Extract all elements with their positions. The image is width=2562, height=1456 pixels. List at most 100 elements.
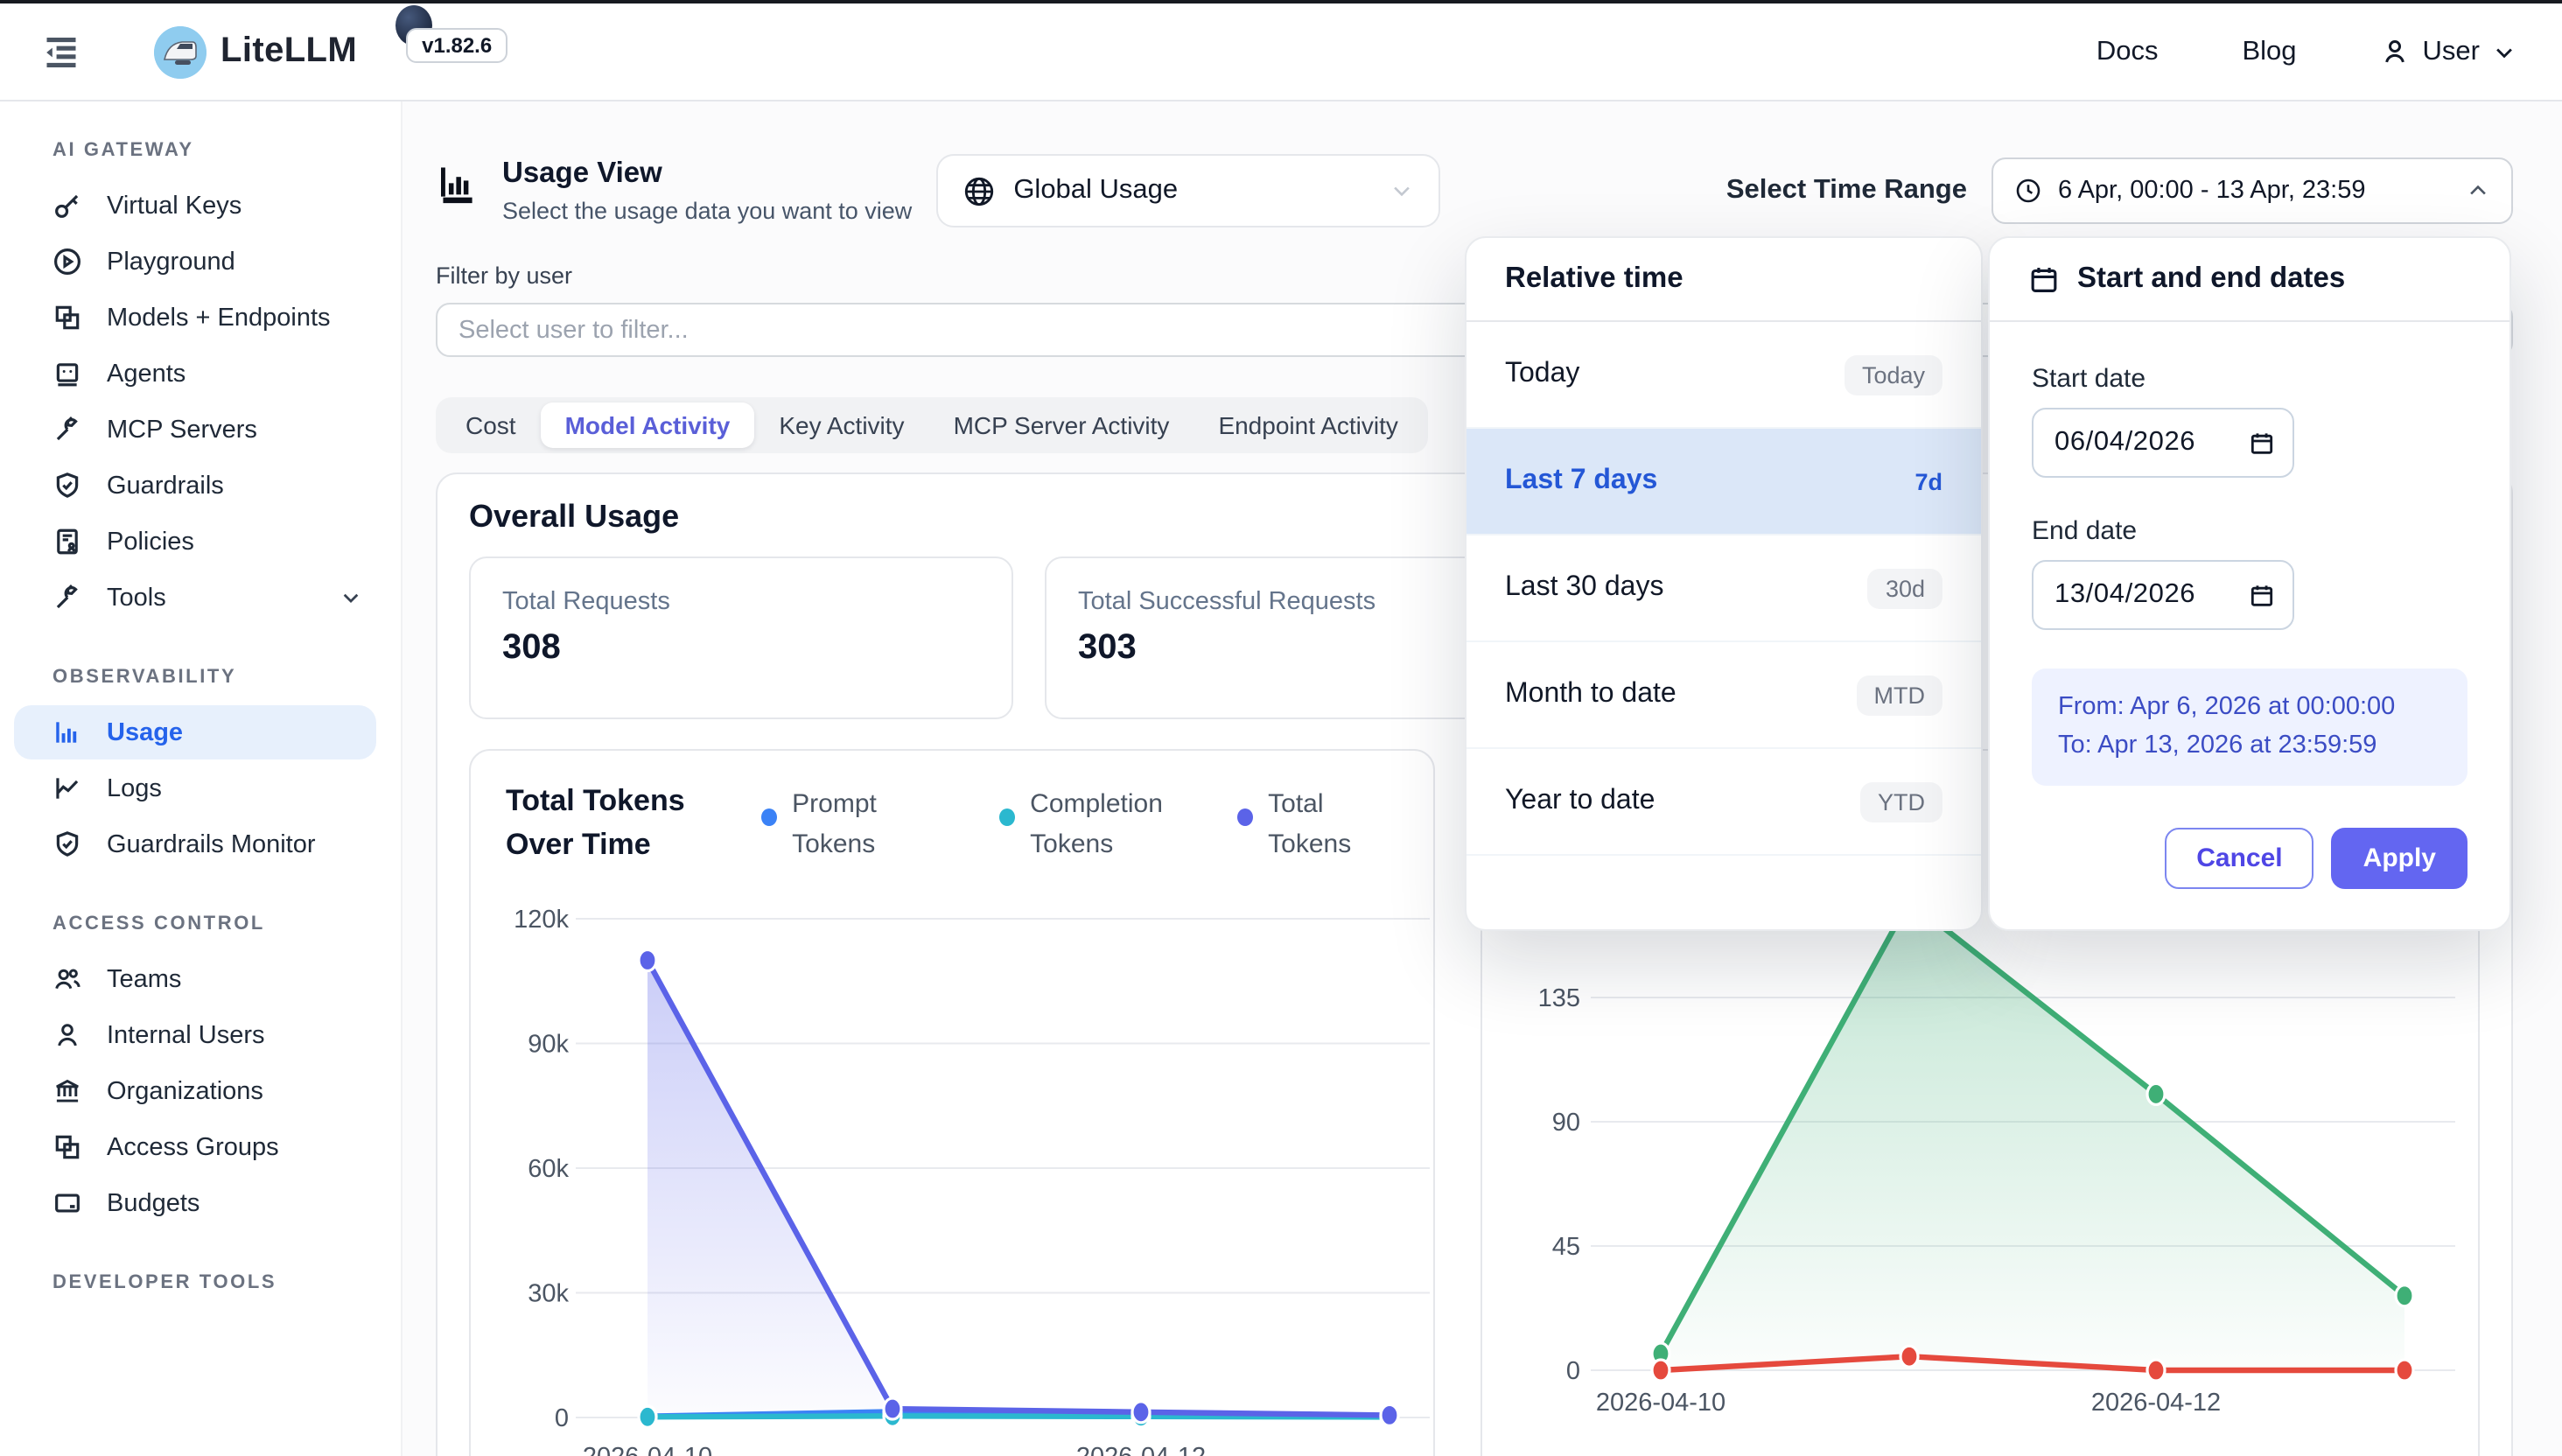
svg-text:2026-04-10: 2026-04-10	[1595, 1389, 1725, 1417]
page-subtitle: Select the usage data you want to view	[502, 198, 912, 224]
sidebar-item-virtual-keys[interactable]: Virtual Keys	[14, 178, 376, 233]
sidebar-section-ai-gateway: AI GATEWAY	[52, 140, 401, 161]
sidebar-item-tools[interactable]: Tools	[14, 570, 376, 625]
tab-cost[interactable]: Cost	[441, 402, 541, 448]
stat-value: 308	[502, 628, 980, 668]
start-date-label: Start date	[2032, 364, 2468, 394]
relative-time-title: Relative time	[1505, 262, 1684, 296]
sidebar-item-models-endpoints[interactable]: Models + Endpoints	[14, 290, 376, 345]
svg-text:2026-04-12: 2026-04-12	[2090, 1389, 2220, 1417]
policy-document-icon	[52, 527, 82, 556]
sidebar-item-label: Usage	[107, 718, 183, 746]
robot-icon	[52, 359, 82, 388]
relative-option-last-30-days[interactable]: Last 30 days 30d	[1466, 536, 1981, 642]
time-range-label: Select Time Range	[1726, 175, 1967, 206]
tokens-chart-header: Total Tokens Over Time Prompt TokensComp…	[471, 751, 1432, 905]
relative-option-year-to-date[interactable]: Year to date YTD	[1466, 749, 1981, 856]
tab-model-activity[interactable]: Model Activity	[541, 402, 755, 448]
litellm-logo-icon	[154, 25, 206, 78]
sidebar-item-teams[interactable]: Teams	[14, 952, 376, 1006]
bank-icon	[52, 1076, 82, 1106]
calendar-icon	[2249, 430, 2275, 456]
sidebar-item-mcp-servers[interactable]: MCP Servers	[14, 402, 376, 457]
apply-button[interactable]: Apply	[2332, 828, 2468, 889]
relative-option-today[interactable]: Today Today	[1466, 322, 1981, 429]
clock-icon	[2014, 177, 2042, 205]
user-menu[interactable]: User	[2381, 36, 2516, 67]
line-chart-icon	[52, 774, 82, 803]
svg-text:90: 90	[1551, 1109, 1579, 1137]
sidebar-item-agents[interactable]: Agents	[14, 346, 376, 401]
sidebar-item-usage[interactable]: Usage	[14, 705, 376, 760]
collapse-sidebar-button[interactable]	[38, 29, 84, 74]
sidebar-item-organizations[interactable]: Organizations	[14, 1064, 376, 1118]
play-circle-icon	[52, 247, 82, 276]
end-date-label: End date	[2032, 516, 2468, 546]
globe-icon	[962, 174, 996, 207]
usage-tabs: Cost Model Activity Key Activity MCP Ser…	[436, 397, 1428, 453]
sidebar: AI GATEWAY Virtual Keys Playground Model…	[0, 102, 402, 1456]
legend-item: Total Tokens	[1236, 784, 1397, 905]
option-badge: 30d	[1868, 568, 1942, 608]
relative-option-month-to-date[interactable]: Month to date MTD	[1466, 642, 1981, 749]
option-badge: YTD	[1860, 781, 1942, 822]
sidebar-item-label: Tools	[107, 584, 166, 612]
tab-endpoint-activity[interactable]: Endpoint Activity	[1194, 402, 1422, 448]
start-end-dates-body: Start date 06/04/2026 End date 13/04/202…	[1990, 322, 2510, 889]
version-badge: v1.82.6	[406, 27, 508, 62]
legend-dot-icon	[998, 808, 1014, 826]
usage-view-titles: Usage View Select the usage data you wan…	[502, 158, 912, 224]
tab-key-activity[interactable]: Key Activity	[754, 402, 928, 448]
page-header: Usage View Select the usage data you wan…	[436, 154, 2513, 228]
usage-view-selector[interactable]: Global Usage	[936, 154, 1440, 228]
sidebar-item-logs[interactable]: Logs	[14, 761, 376, 816]
sidebar-item-access-groups[interactable]: Access Groups	[14, 1120, 376, 1174]
bar-chart-icon	[436, 161, 481, 206]
sidebar-item-internal-users[interactable]: Internal Users	[14, 1008, 376, 1062]
sidebar-item-guardrails-monitor[interactable]: Guardrails Monitor	[14, 817, 376, 872]
nav-link-docs[interactable]: Docs	[2096, 36, 2159, 67]
usage-view-header: Usage View Select the usage data you wan…	[436, 158, 912, 224]
shield-check-icon	[52, 471, 82, 500]
time-range-button[interactable]: 6 Apr, 00:00 - 13 Apr, 23:59	[1992, 158, 2513, 224]
sidebar-item-playground[interactable]: Playground	[14, 234, 376, 289]
legend-label: Completion Tokens	[1030, 784, 1163, 905]
top-navbar: LiteLLM v1.82.6 Docs Blog User	[0, 4, 2562, 102]
nav-link-blog[interactable]: Blog	[2242, 36, 2296, 67]
option-label: Today	[1505, 359, 1579, 390]
sidebar-item-policies[interactable]: Policies	[14, 514, 376, 569]
tokens-chart: 030k60k90k120k2026-04-102026-04-12	[471, 905, 1434, 1456]
legend-item: Prompt Tokens	[760, 784, 921, 905]
relative-time-panel: Relative time Today Today Last 7 days 7d…	[1465, 236, 1983, 931]
chevron-down-icon	[1390, 178, 1414, 203]
sidebar-item-guardrails[interactable]: Guardrails	[14, 458, 376, 513]
option-label: Last 30 days	[1505, 572, 1663, 604]
svg-text:45: 45	[1551, 1233, 1579, 1261]
end-date-input[interactable]: 13/04/2026	[2032, 560, 2294, 630]
relative-option-last-7-days[interactable]: Last 7 days 7d	[1466, 429, 1981, 536]
brand-name: LiteLLM	[220, 32, 357, 72]
brand[interactable]: LiteLLM	[154, 25, 357, 78]
svg-text:135: 135	[1537, 984, 1579, 1012]
relative-time-header: Relative time	[1466, 238, 1981, 322]
cancel-button[interactable]: Cancel	[2165, 828, 2314, 889]
tab-mcp-server-activity[interactable]: MCP Server Activity	[929, 402, 1194, 448]
sidebar-item-label: Access Groups	[107, 1133, 279, 1161]
sidebar-section-developer-tools: DEVELOPER TOOLS	[52, 1272, 401, 1293]
tokens-chart-card: Total Tokens Over Time Prompt TokensComp…	[469, 749, 1434, 1456]
option-label: Last 7 days	[1505, 466, 1657, 497]
menu-fold-icon	[40, 31, 82, 73]
sidebar-item-budgets[interactable]: Budgets	[14, 1176, 376, 1230]
bar-chart-icon	[52, 718, 82, 747]
start-date-input[interactable]: 06/04/2026	[2032, 408, 2294, 478]
sidebar-item-label: Guardrails Monitor	[107, 830, 316, 858]
stat-label: Total Successful Requests	[1078, 588, 1519, 616]
start-date-value: 06/04/2026	[2054, 427, 2195, 458]
chevron-down-icon	[2492, 39, 2516, 64]
stat-card-total-requests: Total Requests 308	[469, 556, 1013, 719]
user-icon	[2381, 37, 2411, 66]
stat-value: 303	[1078, 628, 1519, 668]
wrench-icon	[52, 415, 82, 444]
users-icon	[52, 964, 82, 994]
option-badge: 7d	[1897, 461, 1942, 501]
